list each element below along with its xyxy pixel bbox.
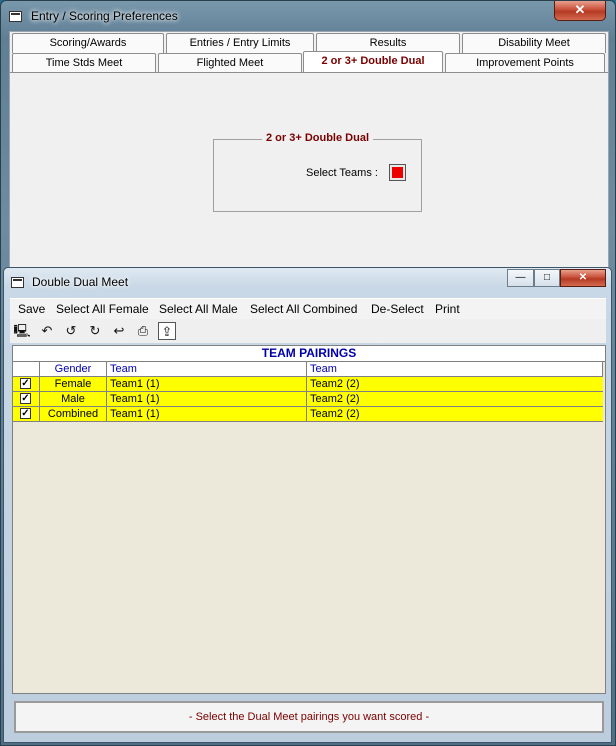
preferences-title: Entry / Scoring Preferences <box>31 9 178 23</box>
team1-cell: Team1 (1) <box>107 377 307 391</box>
printer-icon[interactable]: ⎙ <box>134 322 152 340</box>
table-row[interactable]: ✓ Male Team1 (1) Team2 (2) <box>13 392 603 407</box>
status-bar: - Select the Dual Meet pairings you want… <box>14 701 604 733</box>
double-dual-window: Double Dual Meet — □ ✕ Save Select All F… <box>3 267 612 743</box>
close-button[interactable]: ✕ <box>560 269 606 287</box>
double-dual-title: Double Dual Meet <box>32 275 129 289</box>
row-checkbox[interactable]: ✓ <box>20 393 31 404</box>
check-cell[interactable]: ✓ <box>13 392 40 406</box>
table-row[interactable]: ✓ Combined Team1 (1) Team2 (2) <box>13 407 603 422</box>
revert-icon[interactable]: ↩ <box>110 322 128 340</box>
menu-select-all-combined[interactable]: Select All Combined <box>250 302 357 316</box>
column-header-team2[interactable]: Team <box>307 362 603 377</box>
exit-icon[interactable]: ⇪ <box>158 322 176 340</box>
row-checkbox[interactable]: ✓ <box>20 408 31 419</box>
tab-entries-entry-limits[interactable]: Entries / Entry Limits <box>166 33 314 53</box>
menu-select-all-female[interactable]: Select All Female <box>56 302 149 316</box>
tab-disability-meet[interactable]: Disability Meet <box>462 33 606 53</box>
check-cell[interactable]: ✓ <box>13 377 40 391</box>
toolbar: 🖳 ↶ ↺ ↻ ↩ ⎙ ⇪ <box>10 319 606 343</box>
double-dual-groupbox: 2 or 3+ Double Dual Select Teams : <box>213 132 422 212</box>
app-icon <box>9 11 22 22</box>
row-checkbox[interactable]: ✓ <box>20 378 31 389</box>
maximize-button[interactable]: □ <box>534 269 560 287</box>
menu-save[interactable]: Save <box>18 302 45 316</box>
undo-icon[interactable]: ↶ <box>38 322 56 340</box>
tab-double-dual[interactable]: 2 or 3+ Double Dual <box>303 51 443 73</box>
gender-cell: Male <box>40 392 107 406</box>
team2-cell: Team2 (2) <box>310 408 360 420</box>
column-header-check <box>13 362 40 377</box>
minimize-button[interactable]: — <box>507 269 534 287</box>
menu-select-all-male[interactable]: Select All Male <box>159 302 238 316</box>
table-row[interactable]: ✓ Female Team1 (1) Team2 (2) <box>13 377 603 392</box>
menu-de-select[interactable]: De-Select <box>371 302 424 316</box>
column-header-team1[interactable]: Team <box>107 362 307 377</box>
tab-time-stds-meet[interactable]: Time Stds Meet <box>12 53 156 73</box>
app-icon <box>11 277 24 288</box>
team-pairings-grid: TEAM PAIRINGS Gender Team Team ✓ Female … <box>12 345 606 694</box>
tab-improvement-points[interactable]: Improvement Points <box>445 53 605 73</box>
tab-scoring-awards[interactable]: Scoring/Awards <box>12 33 164 53</box>
team1-cell: Team1 (1) <box>107 392 307 406</box>
team2-cell: Team2 (2) <box>310 393 360 405</box>
grid-title: TEAM PAIRINGS <box>13 346 605 362</box>
tab-results[interactable]: Results <box>316 33 460 53</box>
redo-icon[interactable]: ↻ <box>86 322 104 340</box>
undo-all-icon[interactable]: ↺ <box>62 322 80 340</box>
tab-divider <box>10 72 608 73</box>
select-teams-label: Select Teams : <box>306 167 378 179</box>
select-teams-button[interactable] <box>389 164 406 181</box>
preferences-titlebar[interactable]: Entry / Scoring Preferences ✕ <box>1 1 615 31</box>
team1-cell: Team1 (1) <box>107 407 307 421</box>
menu-bar: Save Select All Female Select All Male S… <box>10 298 606 319</box>
computer-icon[interactable]: 🖳 <box>13 322 31 340</box>
column-header-gender[interactable]: Gender <box>40 362 107 377</box>
preferences-close-button[interactable]: ✕ <box>554 1 606 21</box>
menu-print[interactable]: Print <box>435 302 460 316</box>
gender-cell: Combined <box>40 407 107 421</box>
tab-flighted-meet[interactable]: Flighted Meet <box>158 53 302 73</box>
gender-cell: Female <box>40 377 107 391</box>
groupbox-title: 2 or 3+ Double Dual <box>262 132 373 144</box>
check-cell[interactable]: ✓ <box>13 407 40 421</box>
team2-cell: Team2 (2) <box>310 378 360 390</box>
preferences-panel: Scoring/Awards Entries / Entry Limits Re… <box>9 31 609 271</box>
